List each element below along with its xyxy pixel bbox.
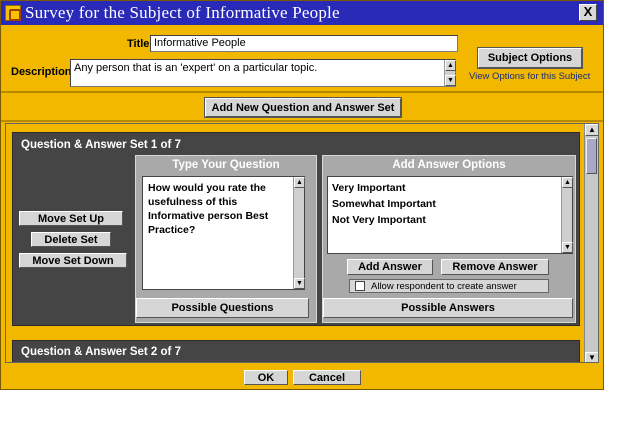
dialog-footer: OK Cancel: [1, 365, 603, 389]
answer-panel: Add Answer Options Very Important Somewh…: [322, 155, 576, 323]
survey-window: Survey for the Subject of Informative Pe…: [0, 0, 604, 390]
remove-answer-button[interactable]: Remove Answer: [441, 259, 549, 275]
scroll-up-icon[interactable]: ▲: [294, 177, 305, 188]
answer-panel-title: Add Answer Options: [392, 159, 506, 171]
close-button[interactable]: X: [579, 4, 597, 21]
window-title: Survey for the Subject of Informative Pe…: [25, 3, 340, 22]
allow-create-checkbox[interactable]: [355, 281, 365, 291]
delete-set-button[interactable]: Delete Set: [31, 232, 111, 247]
move-set-up-button[interactable]: Move Set Up: [19, 211, 123, 226]
view-options-link[interactable]: View Options for this Subject: [469, 71, 590, 82]
scroll-down-icon[interactable]: ▼: [294, 278, 305, 289]
answer-option[interactable]: Not Very Important: [332, 213, 568, 227]
title-bar[interactable]: Survey for the Subject of Informative Pe…: [1, 1, 603, 25]
question-panel-title: Type Your Question: [172, 159, 280, 171]
possible-answers-button[interactable]: Possible Answers: [323, 298, 573, 318]
question-panel: Type Your Question How would you rate th…: [135, 155, 317, 323]
sets-scrollbar[interactable]: ▲ ▼: [584, 124, 598, 362]
allow-create-row[interactable]: Allow respondent to create answer: [349, 279, 549, 293]
title-input[interactable]: Informative People: [150, 35, 458, 52]
cancel-button[interactable]: Cancel: [293, 370, 361, 385]
answer-option[interactable]: Very Important: [332, 181, 568, 195]
header-divider: [1, 91, 603, 93]
scroll-down-icon[interactable]: ▼: [445, 75, 456, 86]
app-icon: [5, 5, 21, 21]
scroll-up-icon[interactable]: ▲: [445, 60, 456, 71]
qa-set-panel: Question & Answer Set 2 of 7: [12, 340, 580, 362]
question-scrollbar[interactable]: ▲ ▼: [293, 177, 305, 289]
possible-questions-button[interactable]: Possible Questions: [136, 298, 309, 318]
scroll-down-icon[interactable]: ▼: [562, 242, 573, 253]
scroll-up-icon[interactable]: ▲: [585, 124, 598, 136]
description-scrollbar[interactable]: ▲ ▼: [444, 60, 456, 86]
description-label: Description: [11, 66, 72, 78]
allow-create-label: Allow respondent to create answer: [371, 280, 517, 292]
question-textarea[interactable]: How would you rate the usefulness of thi…: [142, 176, 305, 290]
description-input[interactable]: Any person that is an 'expert' on a part…: [70, 59, 456, 87]
add-answer-button[interactable]: Add Answer: [347, 259, 433, 275]
qa-set-panel: Question & Answer Set 1 of 7 Move Set Up…: [12, 132, 580, 326]
answer-options-list[interactable]: Very Important Somewhat Important Not Ve…: [327, 176, 573, 254]
scroll-thumb[interactable]: [586, 138, 597, 174]
description-text: Any person that is an 'expert' on a part…: [74, 62, 318, 74]
ok-button[interactable]: OK: [244, 370, 288, 385]
sets-container: Question & Answer Set 1 of 7 Move Set Up…: [6, 124, 586, 362]
scroll-up-icon[interactable]: ▲: [562, 177, 573, 188]
sets-scroll-area[interactable]: Question & Answer Set 1 of 7 Move Set Up…: [5, 123, 599, 363]
set-header: Question & Answer Set 2 of 7: [21, 346, 181, 358]
answers-scrollbar[interactable]: ▲ ▼: [561, 177, 573, 253]
title-label: Title: [127, 38, 150, 50]
answer-option[interactable]: Somewhat Important: [332, 197, 568, 211]
question-text: How would you rate the usefulness of thi…: [148, 182, 269, 236]
add-set-button[interactable]: Add New Question and Answer Set: [204, 97, 402, 118]
subject-options-button[interactable]: Subject Options: [477, 47, 583, 69]
set-header: Question & Answer Set 1 of 7: [21, 139, 181, 151]
scroll-down-icon[interactable]: ▼: [585, 352, 598, 362]
move-set-down-button[interactable]: Move Set Down: [19, 253, 127, 268]
content-divider: [1, 120, 603, 122]
